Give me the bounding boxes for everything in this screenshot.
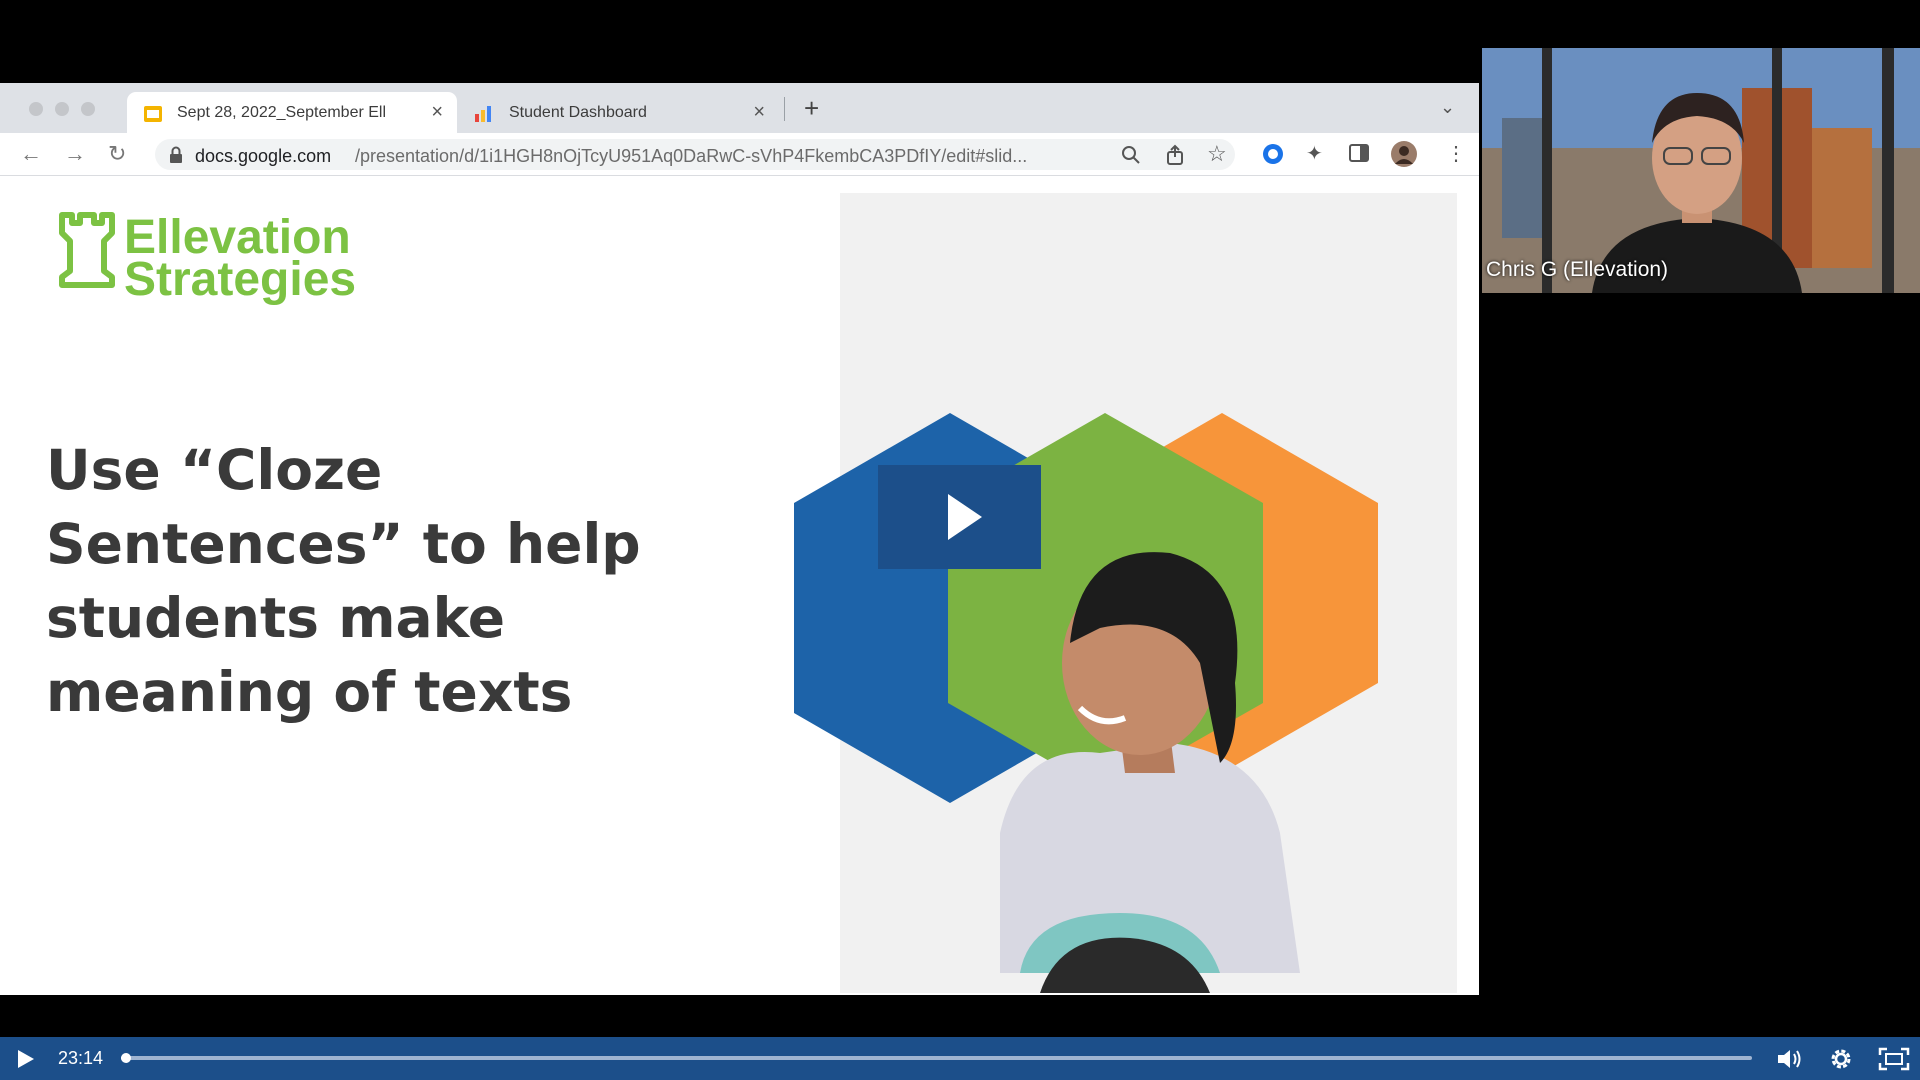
seek-handle[interactable] xyxy=(120,1053,131,1063)
presenter-name-label: Chris G (Ellevation) xyxy=(1486,258,1669,281)
bookmark-star-icon[interactable]: ☆ xyxy=(1207,141,1227,167)
more-menu-icon[interactable]: ⋮ xyxy=(1446,141,1466,166)
presentation-slide: Ellevation Strategies Use “Cloze Sentenc… xyxy=(20,193,1457,993)
avatar[interactable] xyxy=(1390,140,1418,168)
close-icon[interactable]: × xyxy=(753,101,765,124)
browser-toolbar: ← → ↻ docs.google.com /presentation/d/1i… xyxy=(0,133,1479,176)
tab-search-chevron-icon[interactable]: ⌄ xyxy=(1440,97,1455,118)
video-player: { "browser": { "tabs": [ {"label": "Sept… xyxy=(0,0,1920,1080)
back-arrow-icon[interactable]: ← xyxy=(20,141,42,167)
side-panel-icon[interactable] xyxy=(1349,144,1369,162)
tab-label: Student Dashboard xyxy=(509,104,647,121)
close-icon[interactable]: × xyxy=(431,101,443,124)
rook-logo-icon xyxy=(59,212,115,288)
tab-divider xyxy=(784,97,785,121)
google-slides-icon xyxy=(144,106,162,122)
url-domain: docs.google.com xyxy=(195,146,332,166)
extension-icon[interactable] xyxy=(1262,143,1284,165)
lock-icon xyxy=(170,146,182,163)
slide-illustration xyxy=(794,413,1378,993)
window-maximize-dot[interactable] xyxy=(81,102,95,116)
play-icon xyxy=(948,494,982,540)
url-path: /presentation/d/1i1HGH8nOjTcyU951Aq0DaRw… xyxy=(355,146,1028,166)
settings-icon[interactable] xyxy=(1828,1046,1854,1072)
player-control-bar: 23:14 xyxy=(0,1037,1920,1080)
presenter-photo xyxy=(1482,48,1920,293)
new-tab-icon[interactable]: + xyxy=(804,93,819,124)
forward-arrow-icon[interactable]: → xyxy=(64,141,86,167)
tab-label: Sept 28, 2022_September Ell xyxy=(177,104,387,121)
brand-name-line2: Strategies xyxy=(124,253,357,306)
puzzle-icon[interactable]: ✦ xyxy=(1306,141,1323,166)
zoom-icon[interactable] xyxy=(1121,145,1141,165)
big-play-button[interactable] xyxy=(878,465,1041,569)
tab-student-dashboard[interactable]: Student Dashboard × xyxy=(459,92,779,133)
browser-window: Sept 28, 2022_September Ell × Student Da… xyxy=(0,83,1479,995)
window-minimize-dot[interactable] xyxy=(55,102,69,116)
volume-icon[interactable] xyxy=(1776,1047,1804,1071)
address-bar[interactable]: docs.google.com /presentation/d/1i1HGH8n… xyxy=(155,139,1235,170)
bar-chart-icon xyxy=(475,106,491,122)
window-close-dot[interactable] xyxy=(29,102,43,116)
elapsed-time: 23:14 xyxy=(58,1048,104,1068)
reload-icon[interactable]: ↻ xyxy=(108,141,126,167)
browser-tab-bar: Sept 28, 2022_September Ell × Student Da… xyxy=(0,83,1479,133)
share-icon[interactable] xyxy=(1165,144,1185,166)
tab-slides[interactable]: Sept 28, 2022_September Ell × xyxy=(127,92,457,133)
presenter-video xyxy=(1482,48,1920,293)
seek-bar[interactable] xyxy=(120,1053,1752,1063)
fullscreen-icon[interactable] xyxy=(1878,1047,1910,1071)
play-icon[interactable] xyxy=(14,1048,36,1070)
slide-headline: Use “Cloze Sentences” to help students m… xyxy=(46,438,641,724)
